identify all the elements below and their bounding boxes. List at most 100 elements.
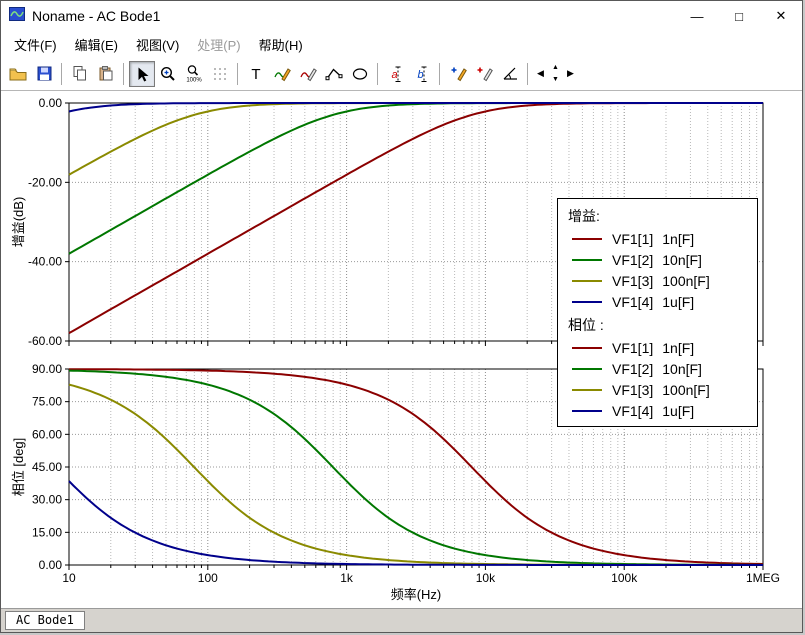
chart-region: 0.00 -20.00 -40.00 -60.00 增益(dB) 90.00 75.00 60…	[1, 91, 802, 608]
copy-button[interactable]	[67, 61, 93, 87]
y-tick-label: -40.00	[28, 255, 62, 269]
pen-wave2-icon	[299, 67, 317, 81]
close-button[interactable]: ✕	[760, 1, 802, 31]
title-bar: Noname - AC Bode1 — □ ✕	[1, 1, 802, 31]
legend-swatch	[572, 301, 602, 303]
y-tick-label: 0.00	[39, 96, 63, 110]
legend-gain-entry-3: VF1[4] 1u[F]	[558, 292, 757, 313]
toolbar: 100% T a b ◀ ▲ ▼ ▶	[1, 57, 802, 91]
x-tick-label: 10k	[476, 571, 496, 585]
menu-item-0[interactable]: 文件(F)	[5, 31, 66, 58]
legend-phase-entry-2: VF1[3] 100n[F]	[558, 380, 757, 401]
y-tick-label: 30.00	[32, 493, 62, 507]
y-axis-title-gain: 增益(dB)	[11, 197, 26, 248]
pen-plus-blue-icon	[451, 67, 467, 81]
toolbar-separator	[439, 62, 441, 85]
zoom-in-icon	[160, 66, 175, 81]
y-tick-label: -20.00	[28, 175, 62, 189]
menu-item-1[interactable]: 编辑(E)	[66, 31, 127, 58]
legend-value: 1u[F]	[662, 403, 695, 419]
step-right-button[interactable]: ▶	[563, 61, 578, 87]
x-tick-label: 1k	[340, 571, 354, 585]
mark-curve-button[interactable]	[295, 61, 321, 87]
y-tick-label: -60.00	[28, 334, 62, 348]
y-tick-label: 0.00	[39, 558, 63, 572]
paste-button[interactable]	[93, 61, 119, 87]
grid-icon	[214, 67, 226, 80]
legend-value: 10n[F]	[662, 252, 702, 268]
x-tick-label: 1MEG	[746, 571, 780, 585]
legend-value: 100n[F]	[662, 382, 710, 398]
x-axis-title: 频率(Hz)	[391, 587, 442, 602]
legend-swatch	[572, 259, 602, 261]
maximize-button[interactable]: □	[718, 1, 760, 31]
pen-wave-icon	[273, 67, 291, 81]
status-bar: AC Bode1	[1, 608, 802, 632]
angle-icon	[503, 67, 517, 80]
open-file-button[interactable]	[5, 61, 31, 87]
line-segment-button[interactable]	[321, 61, 347, 87]
legend-phase-header: 相位 :	[568, 317, 604, 333]
legend-phase-entry-1: VF1[2] 10n[F]	[558, 359, 757, 380]
y-tick-label: 90.00	[32, 362, 62, 376]
cursor-b-icon: b	[418, 66, 427, 82]
minimize-button[interactable]: —	[676, 1, 718, 31]
select-cursor-button[interactable]	[129, 60, 155, 87]
zoom-in-button[interactable]	[155, 61, 181, 87]
legend-box[interactable]: 增益: VF1[1] 1n[F] VF1[2] 10n[F] VF1[3] 100n[F] V…	[557, 198, 758, 427]
legend-swatch	[572, 347, 602, 349]
y-tick-label: 60.00	[32, 427, 62, 441]
legend-gain-entry-0: VF1[1] 1n[F]	[558, 229, 757, 250]
spin-up-icon[interactable]: ▲	[548, 62, 563, 74]
y-tick-label: 45.00	[32, 460, 62, 474]
ellipse-tool-button[interactable]	[347, 61, 373, 87]
tab-ac-bode1[interactable]: AC Bode1	[5, 611, 85, 630]
legend-value: 10n[F]	[662, 361, 702, 377]
spinner-control[interactable]: ▲ ▼	[548, 62, 563, 86]
toolbar-separator	[123, 62, 125, 85]
y-tick-label: 15.00	[32, 525, 62, 539]
legend-swatch	[572, 368, 602, 370]
app-window: Noname - AC Bode1 — □ ✕ 文件(F) 编辑(E) 视图(V) 处…	[0, 0, 803, 633]
legend-signal: VF1[4]	[612, 294, 654, 310]
ellipse-tool-icon	[352, 67, 368, 80]
window-controls: — □ ✕	[676, 1, 802, 31]
series-curve-phase-3[interactable]	[68, 480, 763, 566]
menu-item-2[interactable]: 视图(V)	[127, 31, 188, 58]
save-button[interactable]	[31, 61, 57, 87]
legend-swatch	[572, 280, 602, 282]
menu-bar: 文件(F) 编辑(E) 视图(V) 处理(P) 帮助(H)	[1, 31, 802, 57]
legend-gain-entry-2: VF1[3] 100n[F]	[558, 271, 757, 292]
toolbar-separator	[237, 62, 239, 85]
spin-down-icon[interactable]: ▼	[548, 74, 563, 86]
series-curve-gain-2[interactable]	[68, 102, 763, 176]
open-folder-icon	[9, 68, 27, 80]
window-title: Noname - AC Bode1	[32, 8, 161, 24]
cursor-b-button[interactable]: b	[409, 61, 435, 87]
add-curve-button[interactable]	[445, 61, 471, 87]
grid-toggle-button[interactable]	[207, 61, 233, 87]
menu-item-4[interactable]: 帮助(H)	[250, 31, 312, 58]
legend-signal: VF1[3]	[612, 382, 654, 398]
zoom-100-button[interactable]: 100%	[181, 61, 207, 87]
copy-icon	[73, 66, 86, 81]
menu-item-3[interactable]: 处理(P)	[188, 31, 249, 58]
legend-swatch	[572, 238, 602, 240]
y-tick-label: 75.00	[32, 395, 62, 409]
pen-plus-red-icon	[477, 67, 493, 81]
toolbar-separator	[527, 62, 529, 85]
x-tick-label: 100	[198, 571, 218, 585]
legend-value: 1n[F]	[662, 231, 695, 247]
cursor-a-button[interactable]: a	[383, 61, 409, 87]
legend-signal: VF1[1]	[612, 340, 654, 356]
y-axis-title-phase: 相位 [deg]	[11, 438, 26, 497]
text-tool-button[interactable]: T	[243, 61, 269, 87]
legend-signal: VF1[4]	[612, 403, 654, 419]
legend-signal: VF1[2]	[612, 361, 654, 377]
angle-measure-button[interactable]	[497, 61, 523, 87]
svg-text:a: a	[392, 69, 398, 81]
remove-curve-button[interactable]	[471, 61, 497, 87]
annotate-curve-button[interactable]	[269, 61, 295, 87]
step-left-button[interactable]: ◀	[533, 61, 548, 87]
toolbar-separator	[377, 62, 379, 85]
